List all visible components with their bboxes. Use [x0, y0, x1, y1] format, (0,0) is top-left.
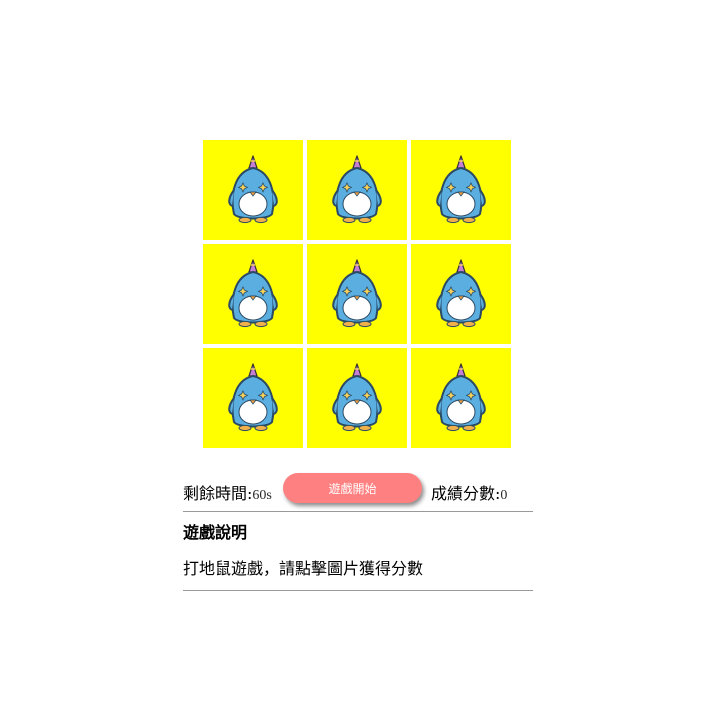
penguin-icon	[224, 258, 282, 330]
penguin-icon	[328, 362, 386, 434]
mole-tile[interactable]	[307, 140, 407, 240]
penguin-icon	[432, 154, 490, 226]
mole-tile[interactable]	[307, 348, 407, 448]
game-board	[203, 140, 515, 452]
game-app: 剩餘時間:60s 遊戲開始 成績分數:0 遊戲說明 打地鼠遊戲，請點擊圖片獲得分…	[0, 0, 726, 726]
time-remaining: 剩餘時間:60s	[183, 480, 272, 504]
status-bar: 剩餘時間:60s 遊戲開始 成績分數:0	[183, 472, 533, 506]
mole-tile[interactable]	[203, 348, 303, 448]
mole-tile[interactable]	[411, 348, 511, 448]
divider-top	[183, 511, 533, 512]
mole-tile[interactable]	[203, 244, 303, 344]
mole-tile[interactable]	[411, 140, 511, 240]
penguin-icon	[224, 154, 282, 226]
penguin-icon	[224, 362, 282, 434]
mole-tile[interactable]	[307, 244, 407, 344]
divider-bottom	[183, 590, 533, 591]
start-game-button[interactable]: 遊戲開始	[283, 473, 422, 503]
instructions-title: 遊戲說明	[183, 523, 248, 542]
instructions-text: 打地鼠遊戲，請點擊圖片獲得分數	[183, 559, 424, 578]
score-value: 0	[500, 488, 508, 503]
penguin-icon	[328, 154, 386, 226]
time-value: 60s	[252, 488, 272, 503]
score-label: 成績分數:	[431, 484, 501, 503]
mole-tile[interactable]	[203, 140, 303, 240]
mole-tile[interactable]	[411, 244, 511, 344]
penguin-icon	[328, 258, 386, 330]
time-label: 剩餘時間:	[183, 484, 253, 503]
penguin-icon	[432, 362, 490, 434]
penguin-icon	[432, 258, 490, 330]
score-display: 成績分數:0	[431, 480, 507, 504]
